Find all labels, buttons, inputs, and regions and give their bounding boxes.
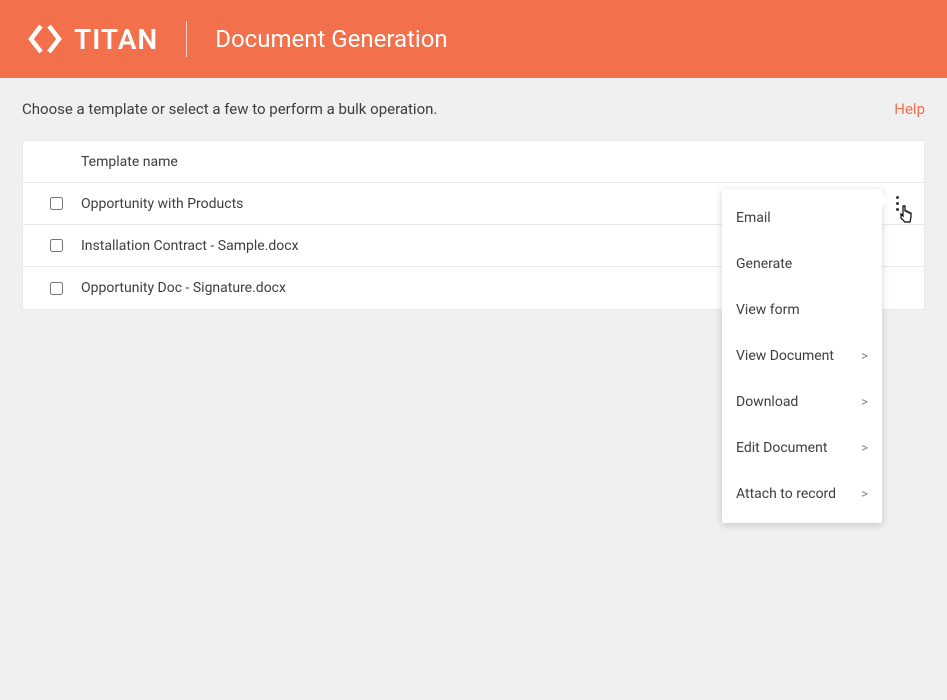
row-actions-kebab-icon[interactable] [896, 196, 899, 211]
help-link[interactable]: Help [894, 100, 925, 118]
chevron-right-icon: > [861, 441, 868, 456]
menu-item-generate[interactable]: Generate [722, 241, 882, 287]
menu-item-label: Edit Document [736, 440, 827, 456]
chevron-right-icon: > [861, 487, 868, 502]
row-checkbox[interactable] [50, 282, 63, 295]
menu-item-email[interactable]: Email [722, 195, 882, 241]
menu-item-attach-to-record[interactable]: Attach to record > [722, 471, 882, 517]
menu-item-view-form[interactable]: View form [722, 287, 882, 333]
menu-item-label: Email [736, 210, 771, 226]
menu-item-label: Attach to record [736, 486, 836, 502]
logo-icon [28, 22, 62, 56]
page-title: Document Generation [215, 25, 447, 53]
chevron-right-icon: > [861, 349, 868, 364]
header-divider [186, 21, 187, 57]
row-checkbox[interactable] [50, 197, 63, 210]
row-actions-menu: Email Generate View form View Document >… [722, 189, 882, 523]
menu-item-label: View Document [736, 348, 834, 364]
menu-item-download[interactable]: Download > [722, 379, 882, 425]
row-checkbox[interactable] [50, 239, 63, 252]
instruction-text: Choose a template or select a few to per… [22, 100, 437, 118]
table-header-row: Template name [23, 141, 924, 183]
instruction-row: Choose a template or select a few to per… [22, 100, 925, 118]
menu-item-label: View form [736, 302, 800, 318]
logo-text: TITAN [74, 23, 158, 56]
app-header: TITAN Document Generation [0, 0, 947, 78]
menu-item-label: Generate [736, 256, 792, 272]
menu-item-edit-document[interactable]: Edit Document > [722, 425, 882, 471]
logo: TITAN [28, 22, 158, 56]
chevron-right-icon: > [861, 395, 868, 410]
column-header-template-name: Template name [77, 154, 912, 170]
menu-item-view-document[interactable]: View Document > [722, 333, 882, 379]
menu-item-label: Download [736, 394, 798, 410]
